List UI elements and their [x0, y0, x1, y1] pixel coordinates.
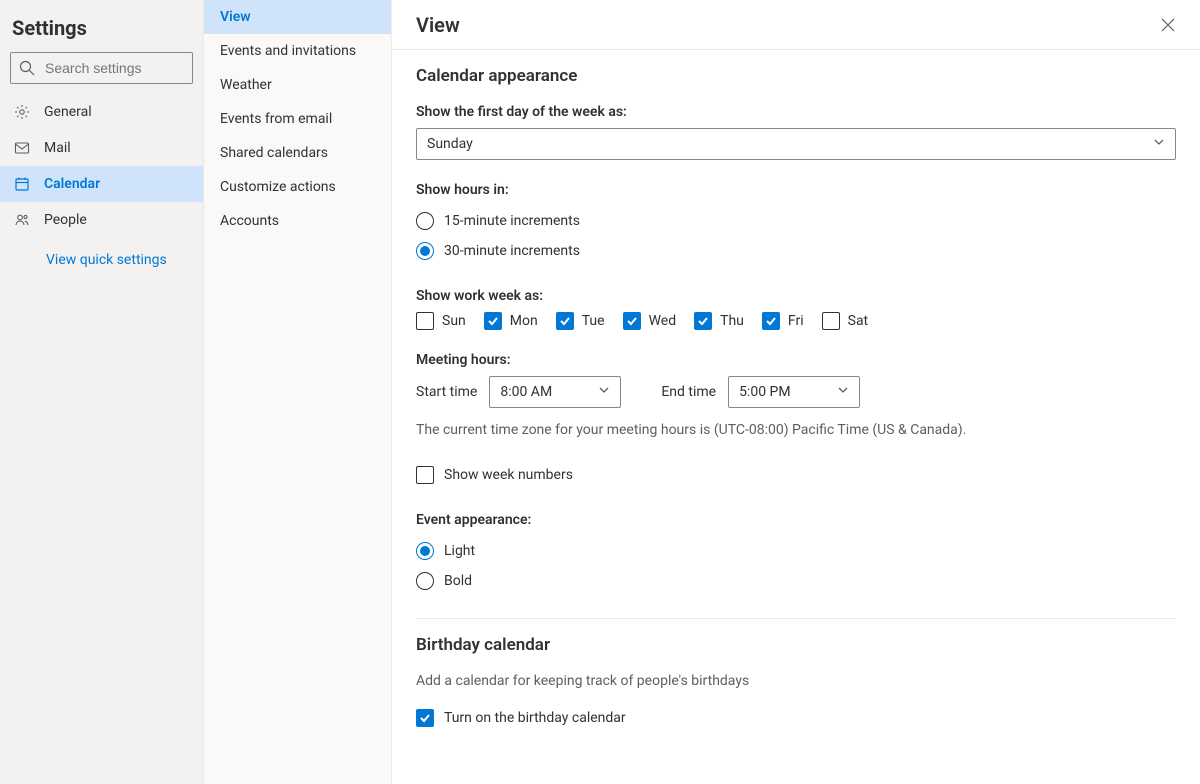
nav-general[interactable]: General: [0, 94, 203, 130]
hours-option-30[interactable]: 30-minute increments: [416, 236, 1176, 266]
event-appearance-label: Event appearance:: [416, 512, 1176, 528]
meeting-hours-label: Meeting hours:: [416, 352, 1176, 368]
first-day-value: Sunday: [427, 136, 473, 152]
birthday-heading: Birthday calendar: [416, 635, 1176, 655]
subnav-view[interactable]: View: [204, 0, 391, 34]
radio-button[interactable]: [416, 572, 434, 590]
chevron-down-icon: [598, 384, 610, 400]
day-tue[interactable]: Tue: [556, 312, 605, 330]
search-icon: [19, 60, 35, 76]
calendar-icon: [14, 176, 30, 192]
checkbox-label: Show week numbers: [444, 467, 573, 483]
nav-mail[interactable]: Mail: [0, 130, 203, 166]
work-week-days: Sun Mon Tue Wed Thu Fri Sat: [416, 312, 1176, 330]
radio-label: Bold: [444, 573, 472, 589]
hours-option-15[interactable]: 15-minute increments: [416, 206, 1176, 236]
day-sat[interactable]: Sat: [822, 312, 869, 330]
radio-button[interactable]: [416, 542, 434, 560]
checkbox-label: Turn on the birthday calendar: [444, 710, 626, 726]
gear-icon: [14, 104, 30, 120]
radio-label: Light: [444, 543, 475, 559]
nav-label: Mail: [44, 140, 71, 156]
subnav-shared[interactable]: Shared calendars: [204, 136, 391, 170]
nav-label: People: [44, 212, 87, 228]
primary-nav: Settings General: [0, 0, 204, 784]
day-mon[interactable]: Mon: [484, 312, 538, 330]
subnav-accounts[interactable]: Accounts: [204, 204, 391, 238]
event-appearance-bold[interactable]: Bold: [416, 566, 1176, 596]
nav-label: General: [44, 104, 92, 120]
birthday-subtext: Add a calendar for keeping track of peop…: [416, 673, 1176, 689]
hours-label: Show hours in:: [416, 182, 1176, 198]
checkbox[interactable]: [694, 312, 712, 330]
checkbox[interactable]: [623, 312, 641, 330]
checkbox[interactable]: [484, 312, 502, 330]
show-week-numbers[interactable]: Show week numbers: [416, 460, 1176, 490]
mail-icon: [14, 140, 30, 156]
start-time-dropdown[interactable]: 8:00 AM: [489, 376, 621, 408]
subnav-events-email[interactable]: Events from email: [204, 102, 391, 136]
nav-calendar[interactable]: Calendar: [0, 166, 203, 202]
checkbox[interactable]: [556, 312, 574, 330]
radio-button[interactable]: [416, 242, 434, 260]
end-time-label: End time: [661, 384, 716, 400]
chevron-down-icon: [837, 384, 849, 400]
timezone-note: The current time zone for your meeting h…: [416, 422, 1176, 438]
day-thu[interactable]: Thu: [694, 312, 744, 330]
people-icon: [14, 212, 30, 228]
subnav-events[interactable]: Events and invitations: [204, 34, 391, 68]
first-day-dropdown[interactable]: Sunday: [416, 128, 1176, 160]
start-time-value: 8:00 AM: [500, 384, 552, 400]
close-button[interactable]: [1156, 13, 1180, 37]
work-week-label: Show work week as:: [416, 288, 1176, 304]
day-wed[interactable]: Wed: [623, 312, 677, 330]
checkbox[interactable]: [416, 466, 434, 484]
page-title: View: [416, 13, 460, 37]
day-fri[interactable]: Fri: [762, 312, 804, 330]
checkbox[interactable]: [822, 312, 840, 330]
checkbox[interactable]: [416, 709, 434, 727]
start-time-label: Start time: [416, 384, 477, 400]
search-input-wrapper[interactable]: [10, 52, 193, 84]
subnav-weather[interactable]: Weather: [204, 68, 391, 102]
birthday-toggle[interactable]: Turn on the birthday calendar: [416, 703, 1176, 733]
event-appearance-light[interactable]: Light: [416, 536, 1176, 566]
nav-label: Calendar: [44, 176, 100, 192]
settings-title: Settings: [0, 10, 203, 52]
nav-people[interactable]: People: [0, 202, 203, 238]
checkbox[interactable]: [762, 312, 780, 330]
chevron-down-icon: [1153, 136, 1165, 152]
radio-label: 30-minute increments: [444, 243, 580, 259]
main-pane: View Calendar appearance Show the first …: [392, 0, 1200, 784]
end-time-dropdown[interactable]: 5:00 PM: [728, 376, 860, 408]
sub-nav: View Events and invitations Weather Even…: [204, 0, 392, 784]
radio-button[interactable]: [416, 212, 434, 230]
calendar-appearance-heading: Calendar appearance: [416, 66, 1176, 86]
subnav-customize[interactable]: Customize actions: [204, 170, 391, 204]
day-sun[interactable]: Sun: [416, 312, 466, 330]
end-time-value: 5:00 PM: [739, 384, 791, 400]
search-input[interactable]: [43, 59, 184, 77]
first-day-label: Show the first day of the week as:: [416, 104, 1176, 120]
checkbox[interactable]: [416, 312, 434, 330]
radio-label: 15-minute increments: [444, 213, 580, 229]
view-quick-settings-link[interactable]: View quick settings: [0, 238, 203, 268]
